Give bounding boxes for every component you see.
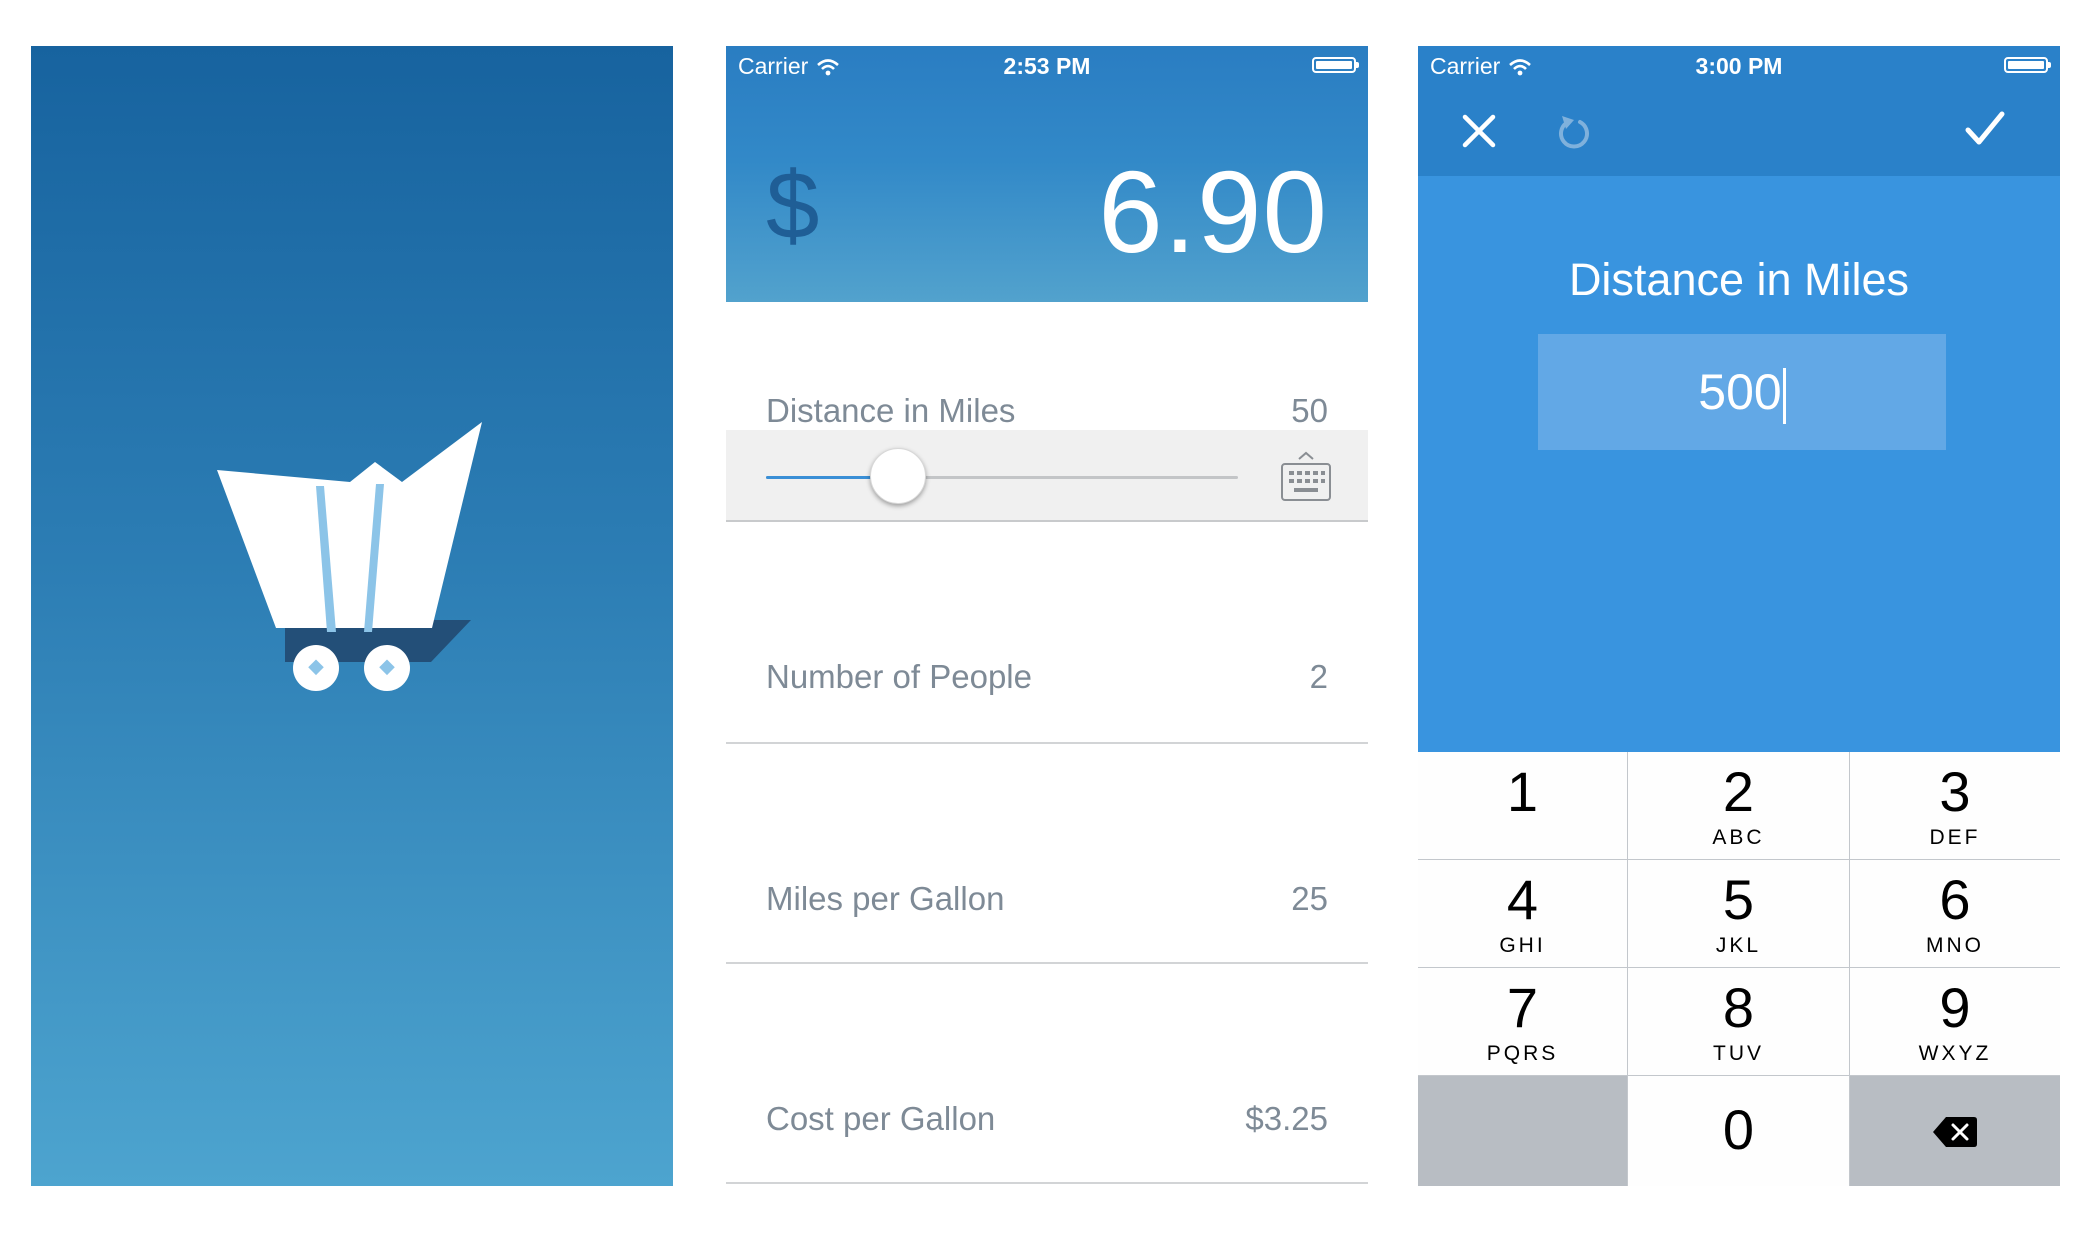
key-letters: MNO — [1926, 934, 1984, 957]
undo-icon[interactable] — [1554, 112, 1594, 152]
key-1[interactable]: 1 — [1418, 752, 1627, 859]
battery-icon — [1312, 57, 1359, 73]
key-5[interactable]: 5 JKL — [1628, 860, 1849, 967]
battery-icon — [2004, 57, 2051, 73]
close-icon[interactable] — [1462, 114, 1496, 148]
key-number: 2 — [1722, 760, 1755, 823]
row-value: $3.25 — [1245, 1100, 1328, 1137]
slider-thumb[interactable] — [870, 448, 927, 504]
total-header: Carrier 2:53 PM $ 6.90 — [726, 46, 1368, 302]
key-0[interactable]: 0 — [1628, 1076, 1849, 1186]
status-bar: Carrier 3:00 PM — [1418, 46, 2060, 86]
divider — [726, 742, 1368, 744]
key-number: 1 — [1506, 760, 1539, 823]
key-2[interactable]: 2 ABC — [1628, 752, 1849, 859]
toolbar: Carrier 3:00 PM — [1418, 46, 2060, 176]
key-6[interactable]: 6 MNO — [1850, 860, 2060, 967]
backspace-icon — [1933, 1117, 1977, 1147]
key-letters: ABC — [1712, 826, 1765, 849]
currency-symbol: $ — [766, 152, 820, 259]
row-value: 2 — [1309, 658, 1328, 695]
text-caret — [1782, 367, 1786, 424]
key-number: 3 — [1939, 760, 1971, 823]
input-value: 500 — [1698, 364, 1782, 420]
value-input[interactable]: 500 — [1538, 334, 1946, 450]
total-cost: 6.90 — [1098, 147, 1328, 277]
entry-title: Distance in Miles — [1568, 254, 1910, 305]
delete-key[interactable] — [1850, 1076, 2060, 1186]
wagon-cart-logo-icon — [217, 422, 482, 691]
key-8[interactable]: 8 TUV — [1628, 968, 1849, 1075]
key-number: 4 — [1506, 868, 1539, 931]
key-3[interactable]: 3 DEF — [1850, 752, 2060, 859]
row-value: 25 — [1291, 880, 1328, 917]
key-letters: GHI — [1499, 934, 1546, 957]
splash-screen — [31, 46, 673, 1186]
calculator-screen: Carrier 2:53 PM $ 6.90 Distance in Miles… — [726, 46, 1368, 1186]
status-bar: Carrier 2:53 PM — [726, 46, 1368, 86]
key-number: 8 — [1722, 976, 1755, 1039]
key-number: 9 — [1939, 976, 1971, 1039]
row-label: Distance in Miles — [766, 392, 1016, 429]
status-time: 3:00 PM — [1695, 53, 1783, 79]
keyboard-icon[interactable] — [1280, 450, 1332, 504]
key-7[interactable]: 7 PQRS — [1418, 968, 1627, 1075]
divider — [726, 962, 1368, 964]
status-time: 2:53 PM — [1003, 53, 1091, 79]
row-value: 50 — [1291, 392, 1328, 429]
row-label: Miles per Gallon — [766, 880, 1005, 917]
key-blank — [1418, 1076, 1627, 1186]
key-number: 0 — [1722, 1098, 1755, 1161]
key-number: 7 — [1506, 976, 1539, 1039]
key-number: 5 — [1722, 868, 1755, 931]
value-entry-screen: Carrier 3:00 PM Distance in Miles 500 1 — [1418, 46, 2060, 1186]
key-9[interactable]: 9 WXYZ — [1850, 968, 2060, 1075]
divider — [726, 1182, 1368, 1184]
numeric-keypad: 1 2 ABC 3 DEF 4 GHI 5 JKL 6 MNO 7 PQRS 8 — [1418, 752, 2060, 1186]
row-label: Number of People — [766, 658, 1032, 695]
key-letters: JKL — [1715, 934, 1762, 957]
key-letters: PQRS — [1486, 1042, 1559, 1065]
checkmark-icon[interactable] — [1964, 110, 2006, 148]
key-letters: WXYZ — [1918, 1042, 1992, 1065]
key-number: 6 — [1939, 868, 1971, 931]
key-letters: DEF — [1929, 826, 1981, 849]
key-letters: TUV — [1713, 1042, 1764, 1065]
key-4[interactable]: 4 GHI — [1418, 860, 1627, 967]
row-label: Cost per Gallon — [766, 1100, 996, 1137]
